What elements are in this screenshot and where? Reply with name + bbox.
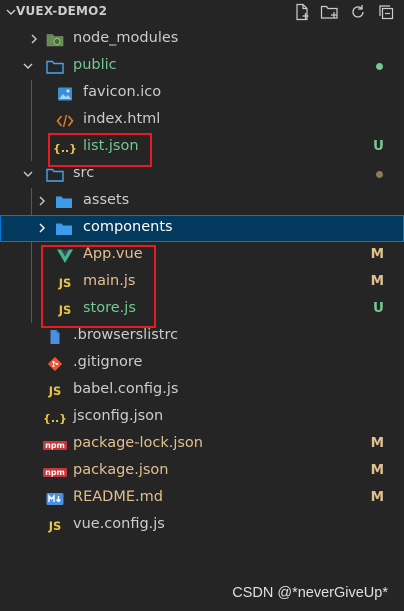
git-status-badge: M <box>370 273 384 289</box>
image-icon <box>56 85 74 103</box>
npm-icon: npm <box>43 440 67 450</box>
highlight-box-src-files <box>41 245 156 328</box>
tree-item-readme[interactable]: README.md M <box>0 485 404 512</box>
tree-item-favicon[interactable]: favicon.ico <box>0 80 404 107</box>
tree-item-label: favicon.ico <box>83 84 162 100</box>
tree-item-label: package.json <box>73 462 169 478</box>
tree-item-package-json[interactable]: npm package.json M <box>0 458 404 485</box>
folder-icon <box>55 220 73 238</box>
folder-open-icon <box>46 58 64 76</box>
json-icon: {..} <box>42 411 68 425</box>
explorer-header[interactable]: VUEX-DEMO2 <box>0 0 404 24</box>
tree-item-label: README.md <box>73 489 163 505</box>
tree-item-vue-config[interactable]: JS vue.config.js <box>0 512 404 539</box>
refresh-icon[interactable] <box>348 2 368 22</box>
tree-item-label: assets <box>83 192 130 208</box>
git-status-badge: U <box>373 300 384 316</box>
git-status-dot <box>376 171 383 178</box>
tree-item-label: components <box>83 219 173 235</box>
browserslist-icon <box>46 328 64 346</box>
explorer-actions <box>292 2 396 22</box>
tree-item-babel-config[interactable]: JS babel.config.js <box>0 377 404 404</box>
tree-item-label: .gitignore <box>73 354 143 370</box>
node-folder-icon <box>46 31 64 49</box>
explorer-panel: VUEX-DEMO2 node_modules public favicon.i… <box>0 0 404 611</box>
new-folder-icon[interactable] <box>320 2 340 22</box>
tree-item-label: node_modules <box>73 30 179 46</box>
tree-item-components[interactable]: components <box>0 215 404 242</box>
tree-item-label: jsconfig.json <box>73 408 164 424</box>
npm-icon: npm <box>43 467 67 477</box>
git-status-badge: M <box>370 462 384 478</box>
collapse-all-icon[interactable] <box>376 2 396 22</box>
chevron-down-icon[interactable] <box>6 6 16 20</box>
tree-item-label: public <box>73 57 117 73</box>
tree-item-label: babel.config.js <box>73 381 179 397</box>
watermark: CSDN @*neverGiveUp* <box>232 585 388 601</box>
git-status-dot <box>376 63 383 70</box>
js-icon: JS <box>48 519 62 533</box>
markdown-icon <box>46 490 64 508</box>
html-icon <box>56 112 74 130</box>
git-icon <box>46 355 64 373</box>
git-status-badge: M <box>370 246 384 262</box>
chevron-right-icon <box>28 33 40 45</box>
js-icon: JS <box>48 384 62 398</box>
chevron-right-icon <box>36 195 48 207</box>
folder-icon <box>55 193 73 211</box>
new-file-icon[interactable] <box>292 2 312 22</box>
tree-item-package-lock[interactable]: npm package-lock.json M <box>0 431 404 458</box>
chevron-down-icon <box>22 60 34 72</box>
git-status-badge: M <box>370 435 384 451</box>
git-status-badge: M <box>370 489 384 505</box>
tree-item-index-html[interactable]: index.html <box>0 107 404 134</box>
tree-item-assets[interactable]: assets <box>0 188 404 215</box>
tree-item-label: .browserslistrc <box>73 327 179 343</box>
chevron-down-icon <box>22 168 34 180</box>
folder-open-icon <box>46 166 64 184</box>
tree-item-gitignore[interactable]: .gitignore <box>0 350 404 377</box>
tree-item-label: src <box>73 165 95 181</box>
tree-item-jsconfig[interactable]: {..} jsconfig.json <box>0 404 404 431</box>
tree-item-label: vue.config.js <box>73 516 165 532</box>
workspace-title: VUEX-DEMO2 <box>16 4 108 18</box>
tree-item-label: package-lock.json <box>73 435 203 451</box>
tree-item-label: index.html <box>83 111 161 127</box>
highlight-box-list-json <box>48 133 152 167</box>
git-status-badge: U <box>373 138 384 154</box>
chevron-right-icon <box>36 222 48 234</box>
tree-item-node-modules[interactable]: node_modules <box>0 26 404 53</box>
tree-item-public[interactable]: public <box>0 53 404 80</box>
